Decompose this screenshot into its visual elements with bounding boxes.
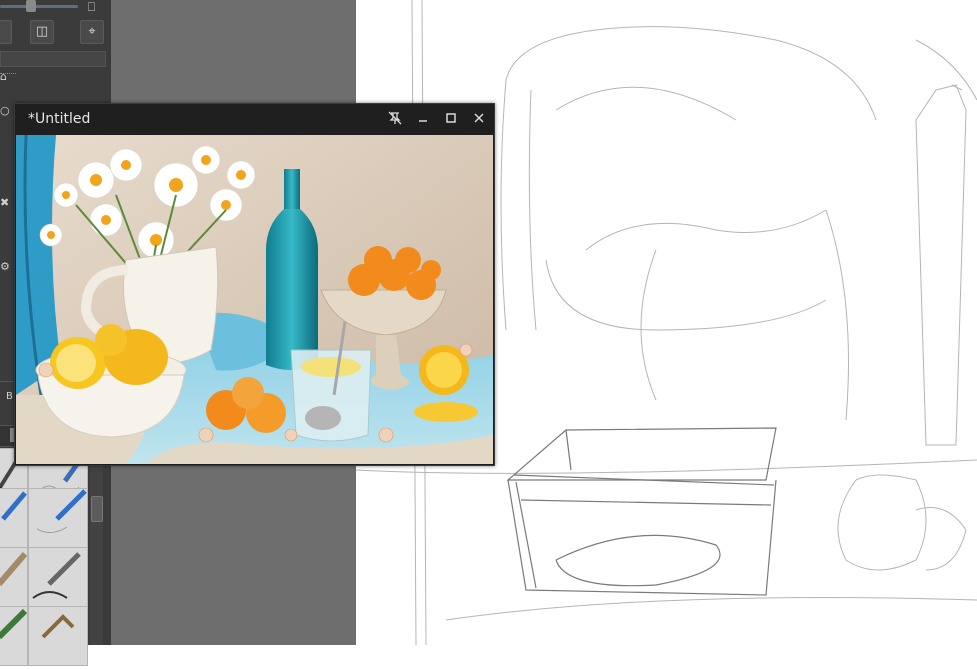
blue-pencil-preset[interactable] — [0, 488, 28, 548]
marker-preset[interactable] — [0, 547, 28, 607]
smudge-preset[interactable] — [28, 606, 88, 666]
pin-icon[interactable]: ⌖ — [80, 20, 104, 44]
green-marker-preset[interactable] — [0, 606, 28, 666]
reference-image-window[interactable]: *Untitled — [14, 103, 495, 466]
minimize-icon[interactable] — [414, 111, 432, 129]
window-titlebar[interactable]: *Untitled — [15, 104, 494, 135]
gear-icon[interactable]: ⚙ — [0, 260, 10, 273]
still-life-photo — [16, 135, 493, 464]
size-slider[interactable] — [0, 0, 80, 14]
slider-track — [0, 5, 78, 8]
close-icon[interactable] — [470, 111, 488, 129]
window-title: *Untitled — [28, 111, 91, 127]
maximize-icon[interactable] — [442, 111, 460, 129]
cross-icon[interactable]: ✖ — [0, 196, 10, 209]
mirror-icon[interactable]: ◫ — [30, 20, 54, 44]
toolbar-button-partial[interactable] — [0, 20, 12, 44]
brush-presets-grid — [0, 448, 88, 666]
scrollbar-thumb[interactable] — [91, 496, 103, 522]
unpin-icon[interactable] — [386, 111, 404, 129]
panel-tab-label[interactable]: B — [6, 391, 13, 402]
circle-icon[interactable]: ○ — [0, 104, 10, 117]
graphite-preset[interactable] — [28, 488, 88, 548]
slider-handle[interactable] — [26, 0, 36, 12]
ink-pen-preset[interactable] — [28, 547, 88, 607]
monitor-icon[interactable]: ⎕ — [83, 0, 100, 14]
home-icon[interactable]: ⌂ — [0, 70, 10, 83]
presets-scrollbar[interactable] — [90, 448, 103, 645]
preset-name-field[interactable] — [0, 51, 106, 67]
